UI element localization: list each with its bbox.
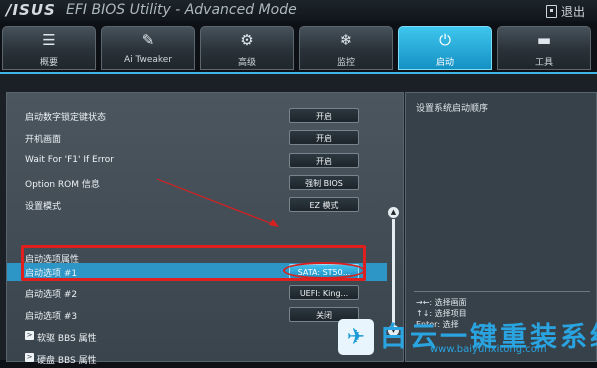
power-icon: ⏻: [439, 31, 451, 49]
scroll-up-icon[interactable]: ▲: [388, 207, 399, 218]
title-bar: /ISUS EFI BIOS Utility - Advanced Mode 退…: [0, 0, 597, 22]
monitor-icon: ❄: [339, 31, 353, 49]
tab-advanced[interactable]: ⚙ 高级: [200, 26, 294, 70]
tab-label: 启动: [435, 58, 454, 68]
tab-monitor[interactable]: ❄ 监控: [299, 26, 393, 70]
main-tabs: ☰ 概要 ✎ Ai Tweaker ⚙ 高级 ❄ 监控 ⏻ 启动 ▬ 工具: [0, 24, 597, 71]
asus-logo: /ISUS: [6, 1, 56, 19]
tab-label: 监控: [336, 58, 355, 68]
exit-icon: [545, 5, 557, 18]
tab-boot[interactable]: ⏻ 启动: [398, 26, 492, 70]
advanced-icon: ⚙: [240, 31, 254, 49]
watermark-url: www.baiyunxitong.com: [430, 344, 547, 355]
tweaker-icon: ✎: [141, 31, 155, 49]
help-divider: [414, 291, 590, 292]
help-description: 设置系统启动顺序: [416, 104, 489, 114]
exit-label: 退出: [560, 5, 585, 19]
list-icon: ☰: [42, 31, 56, 49]
tab-label: 概要: [39, 58, 58, 68]
app-title: EFI BIOS Utility - Advanced Mode: [66, 2, 297, 18]
watermark: ✈ 白云一键重装系统 www.baiyunxitong.com: [338, 316, 597, 358]
tab-label: Ai Tweaker: [123, 55, 173, 65]
bird-logo-icon: ✈: [338, 319, 374, 355]
tab-label: 高级: [237, 58, 256, 68]
scroll-thumb[interactable]: [392, 219, 395, 325]
key-hint: →←: 选择画面: [416, 298, 467, 307]
exit-button[interactable]: 退出: [545, 3, 585, 20]
tab-overview[interactable]: ☰ 概要: [2, 26, 96, 70]
tab-label: 工具: [534, 58, 553, 68]
tab-ai-tweaker[interactable]: ✎ Ai Tweaker: [101, 26, 195, 70]
tab-tools[interactable]: ▬ 工具: [497, 26, 591, 70]
toolbox-icon: ▬: [536, 31, 552, 49]
